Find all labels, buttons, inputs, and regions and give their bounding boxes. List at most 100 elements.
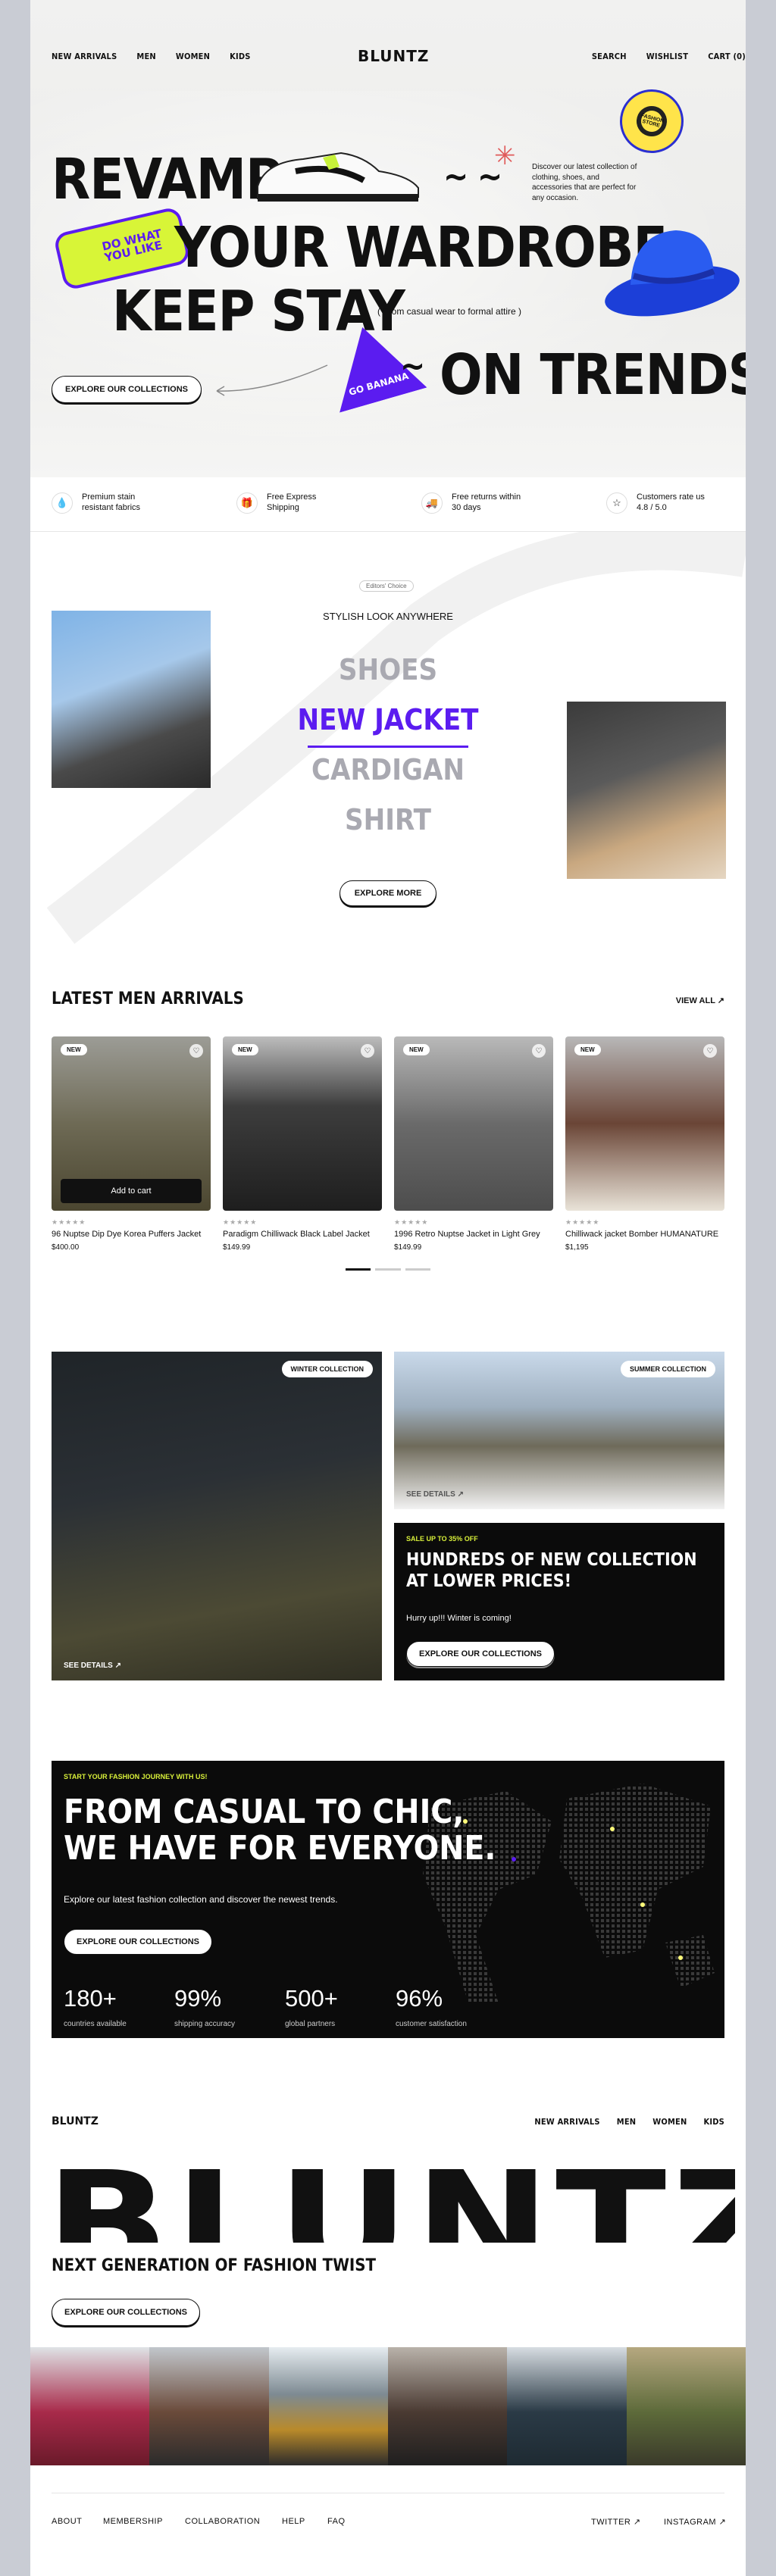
product-name[interactable]: Chilliwack jacket Bomber HUMANATURE bbox=[565, 1230, 724, 1239]
editors-choice-badge: Editors' Choice bbox=[359, 580, 414, 592]
product-price: $149.99 bbox=[223, 1243, 251, 1252]
brand-logo[interactable]: BLUNTZ bbox=[358, 47, 429, 65]
nav-kids[interactable]: KIDS bbox=[230, 52, 251, 61]
sale-headline: HUNDREDS OF NEW COLLECTION AT LOWER PRIC… bbox=[406, 1550, 697, 1592]
rating-stars: ★★★★★ bbox=[565, 1218, 600, 1226]
footer-logo[interactable]: BLUNTZ bbox=[52, 2115, 99, 2127]
sale-headline-line: HUNDREDS OF NEW COLLECTION bbox=[406, 1550, 697, 1570]
sale-sub: Hurry up!!! Winter is coming! bbox=[406, 1614, 512, 1623]
hero-caption: ( From casual wear to formal attire ) bbox=[377, 306, 522, 317]
stat-label: global partners bbox=[285, 2020, 336, 2028]
rating-stars: ★★★★★ bbox=[52, 1218, 86, 1226]
hero-tilde: ~ ~ bbox=[443, 158, 502, 196]
nav-women[interactable]: WOMEN bbox=[176, 52, 210, 61]
feature-line: 4.8 / 5.0 bbox=[637, 503, 667, 512]
carousel-dot[interactable] bbox=[375, 1268, 401, 1271]
banner-explore-button[interactable]: EXPLORE OUR COLLECTIONS bbox=[64, 1929, 212, 1955]
journey-banner: START YOUR FASHION JOURNEY WITH US! FROM… bbox=[52, 1761, 724, 2038]
heart-icon[interactable]: ♡ bbox=[361, 1044, 374, 1058]
hero-line-2: YOUR WARDROBE bbox=[174, 215, 668, 280]
banner-headline: FROM CASUAL TO CHIC, WE HAVE FOR EVERYON… bbox=[64, 1793, 496, 1868]
hero-tilde-2: ~ bbox=[400, 347, 425, 386]
feature-item: 🚚 Free returns within 30 days bbox=[421, 492, 521, 514]
footer-link-help[interactable]: HELP bbox=[282, 2517, 305, 2526]
carousel-dot[interactable] bbox=[405, 1268, 430, 1271]
add-to-cart-button[interactable]: Add to cart bbox=[61, 1179, 202, 1203]
footer-link-faq[interactable]: FAQ bbox=[327, 2517, 346, 2526]
product-image[interactable]: NEW ♡ bbox=[565, 1036, 724, 1211]
stat-item: 500+ global partners bbox=[285, 1985, 338, 2028]
summer-collection-tile[interactable]: SUMMER COLLECTION SEE DETAILS ↗ bbox=[394, 1352, 724, 1509]
new-badge: NEW bbox=[232, 1044, 258, 1055]
truck-icon: 🚚 bbox=[421, 492, 443, 514]
stat-value: 99% bbox=[174, 1985, 222, 2012]
view-all-link[interactable]: VIEW ALL ↗ bbox=[676, 996, 724, 1005]
looks-section: Editors' Choice STYLISH LOOK ANYWHERE SH… bbox=[30, 532, 746, 956]
carousel-dot-active[interactable] bbox=[346, 1268, 371, 1271]
product-card[interactable]: NEW ♡ Add to cart ★★★★★ 96 Nuptse Dip Dy… bbox=[52, 1036, 211, 1252]
gallery-photo[interactable] bbox=[626, 2347, 746, 2465]
gallery-photo[interactable] bbox=[387, 2347, 508, 2465]
stat-item: 99% shipping accuracy bbox=[174, 1985, 235, 2028]
feature-line: resistant fabrics bbox=[82, 503, 141, 512]
nav-cart[interactable]: CART (0) bbox=[708, 52, 746, 61]
product-image[interactable]: NEW ♡ Add to cart bbox=[52, 1036, 211, 1211]
winter-pill: WINTER COLLECTION bbox=[281, 1361, 373, 1377]
nav-search[interactable]: SEARCH bbox=[592, 52, 627, 61]
drop-icon: 💧 bbox=[52, 492, 73, 514]
top-nav: NEW ARRIVALS MEN WOMEN KIDS BLUNTZ SEARC… bbox=[30, 0, 746, 65]
winter-collection-tile[interactable]: WINTER COLLECTION SEE DETAILS ↗ bbox=[52, 1352, 382, 1680]
stat-label: customer satisfaction bbox=[396, 2020, 467, 2028]
nav-men[interactable]: MEN bbox=[617, 2117, 637, 2127]
hero-tagline: Discover our latest collection of clothi… bbox=[532, 163, 637, 202]
nav-kids[interactable]: KIDS bbox=[704, 2117, 725, 2127]
feature-line: Customers rate us bbox=[637, 492, 705, 502]
product-name[interactable]: Paradigm Chilliwack Black Label Jacket bbox=[223, 1230, 382, 1239]
seal-sticker: FASHION STORE bbox=[612, 82, 691, 161]
gallery-photo[interactable] bbox=[507, 2347, 627, 2465]
product-image[interactable]: NEW ♡ bbox=[394, 1036, 553, 1211]
new-badge: NEW bbox=[403, 1044, 430, 1055]
product-name[interactable]: 96 Nuptse Dip Dye Korea Puffers Jacket bbox=[52, 1230, 211, 1239]
see-details-link[interactable]: SEE DETAILS ↗ bbox=[406, 1490, 464, 1499]
product-card[interactable]: NEW ♡ ★★★★★ 1996 Retro Nuptse Jacket in … bbox=[394, 1036, 553, 1252]
nav-new-arrivals[interactable]: NEW ARRIVALS bbox=[52, 52, 117, 61]
brand-explore-button[interactable]: EXPLORE OUR COLLECTIONS bbox=[52, 2299, 200, 2326]
blue-hat-image bbox=[605, 230, 740, 317]
look-word-shoes[interactable]: SHOES bbox=[30, 653, 746, 686]
sale-explore-button[interactable]: EXPLORE OUR COLLECTIONS bbox=[406, 1641, 555, 1667]
gallery-photo[interactable] bbox=[30, 2347, 150, 2465]
hero-section: NEW ARRIVALS MEN WOMEN KIDS BLUNTZ SEARC… bbox=[30, 0, 746, 477]
see-details-link[interactable]: SEE DETAILS ↗ bbox=[64, 1662, 121, 1670]
gallery-photo[interactable] bbox=[268, 2347, 388, 2465]
arrow-icon bbox=[216, 364, 328, 396]
product-card[interactable]: NEW ♡ ★★★★★ Paradigm Chilliwack Black La… bbox=[223, 1036, 382, 1252]
heart-icon[interactable]: ♡ bbox=[189, 1044, 203, 1058]
footer-link-collaboration[interactable]: COLLABORATION bbox=[185, 2517, 260, 2526]
new-badge: NEW bbox=[61, 1044, 87, 1055]
footer-link-twitter[interactable]: TWITTER ↗ bbox=[591, 2517, 641, 2527]
heart-icon[interactable]: ♡ bbox=[532, 1044, 546, 1058]
nav-women[interactable]: WOMEN bbox=[652, 2117, 687, 2127]
hero-explore-button[interactable]: EXPLORE OUR COLLECTIONS bbox=[52, 376, 202, 403]
footer-link-instagram[interactable]: INSTAGRAM ↗ bbox=[664, 2517, 726, 2527]
explore-more-button[interactable]: EXPLORE MORE bbox=[340, 880, 436, 906]
footer-link-about[interactable]: ABOUT bbox=[52, 2517, 82, 2526]
product-card[interactable]: NEW ♡ ★★★★★ Chilliwack jacket Bomber HUM… bbox=[565, 1036, 724, 1252]
arrivals-title: LATEST MEN ARRIVALS bbox=[52, 989, 244, 1008]
nav-new-arrivals[interactable]: NEW ARRIVALS bbox=[534, 2117, 599, 2127]
product-price: $149.99 bbox=[394, 1243, 422, 1252]
sneaker-image bbox=[257, 152, 419, 202]
product-name[interactable]: 1996 Retro Nuptse Jacket in Light Grey bbox=[394, 1230, 553, 1239]
gallery-photo[interactable] bbox=[149, 2347, 269, 2465]
seal-text: FASHION STORE bbox=[633, 102, 671, 140]
heart-icon[interactable]: ♡ bbox=[703, 1044, 717, 1058]
nav-men[interactable]: MEN bbox=[136, 52, 156, 61]
hero-line-4: ON TRENDS bbox=[440, 342, 746, 408]
feature-line: 30 days bbox=[452, 503, 481, 512]
nav-wishlist[interactable]: WISHLIST bbox=[646, 52, 688, 61]
product-image[interactable]: NEW ♡ bbox=[223, 1036, 382, 1211]
feature-line: Premium stain bbox=[82, 492, 136, 502]
footer-link-membership[interactable]: MEMBERSHIP bbox=[103, 2517, 163, 2526]
stat-item: 180+ countries available bbox=[64, 1985, 127, 2028]
